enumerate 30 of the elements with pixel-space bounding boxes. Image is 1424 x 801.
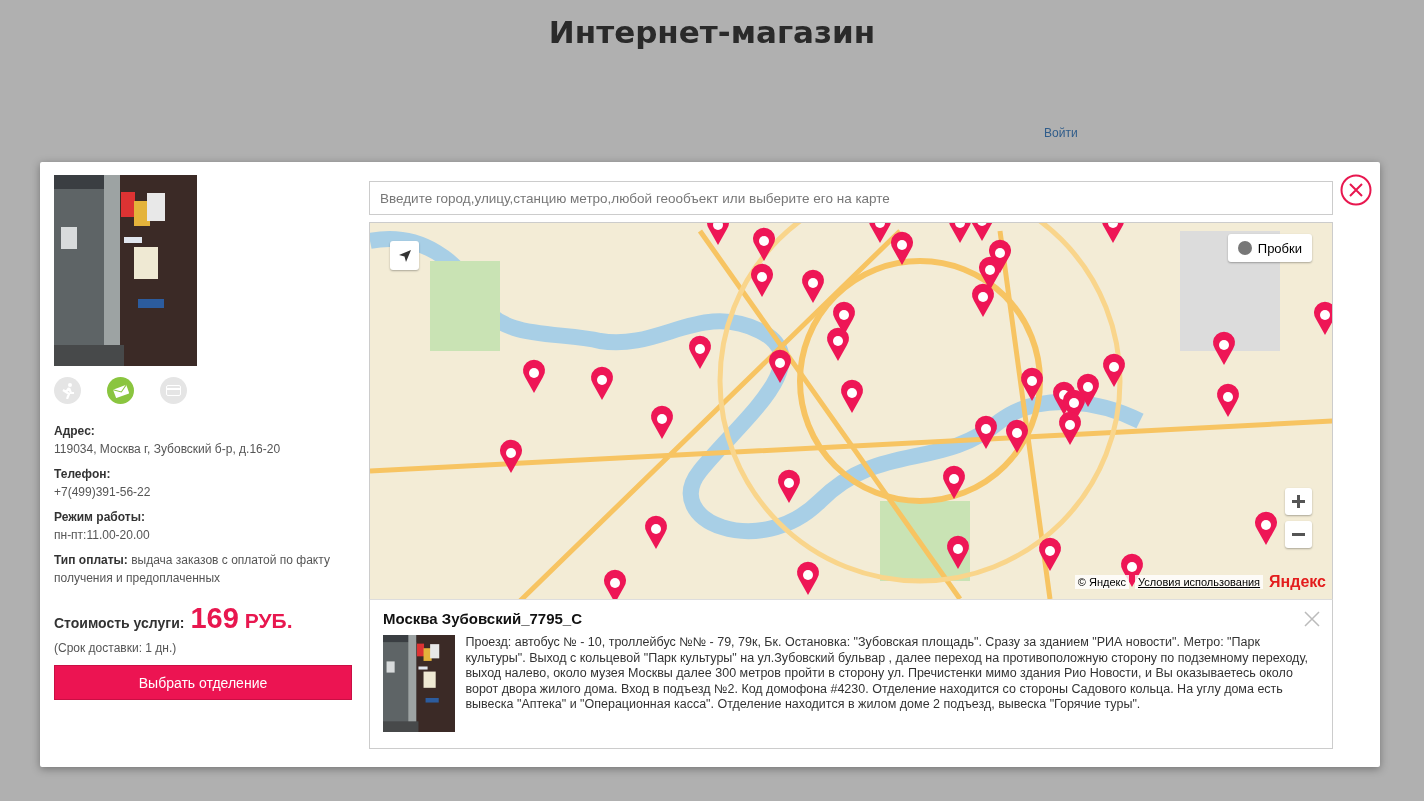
detail-label: Телефон: (54, 467, 111, 481)
zoom-in-button[interactable] (1285, 488, 1312, 515)
price-label: Стоимость услуги: (54, 615, 185, 631)
delivery-time: (Срок доставки: 1 дн.) (54, 641, 178, 655)
detail-value: пн-пт:11.00-20.00 (54, 527, 151, 544)
envelope-icon (112, 383, 129, 398)
detail-label: Режим работы: (54, 510, 145, 524)
select-office-button[interactable]: Выбрать отделение (54, 665, 352, 700)
currency-label: РУБ. (244, 609, 293, 633)
plus-icon (1292, 495, 1305, 508)
close-button[interactable] (1340, 174, 1372, 206)
traffic-button[interactable]: Пробки (1227, 234, 1312, 262)
map-logo: Яндекс (1269, 573, 1326, 591)
terms-link[interactable]: Условия использования (1135, 575, 1264, 589)
detail-label: Адрес: (54, 424, 95, 438)
walking-person-icon (60, 382, 75, 399)
copyright-text: © Яндекс (1074, 575, 1129, 589)
navigation-arrow-icon (397, 248, 412, 263)
detail-value: +7(499)391-56-22 (54, 484, 152, 501)
office-description: Проезд: автобус № - 10, троллейбус №№ - 79, 79к, Бк. Остановка: "Зубовская площадь". Сразу за зданием "РИА новости". Метро: "Парк культуры". Выход с кольцевой "Парк культуры" на ул.Зубовский бульвар , далее переход на противоположную сторону по подземному переходу, выход налево, около музея Москвы далее 300 метров пройти в сторону ул. Пречистенки мимо здания Рио Новости, и Вы оказываетесь около ворот двора жилого дома. Вход в подъезд №2. Код домофона #4230. Отделение находится со стороны Садового кольца. На углу дома есть вывеска "Аптека" и "Операционная касса". Отделение находится в жилом доме 2 подъезд, вывеска "Горячие туры". (465, 635, 1309, 713)
search-field[interactable]: Введите город,улицу,станцию метро,любой геообъект или выберите его на карте (369, 181, 1333, 215)
card-icon (166, 385, 181, 396)
locate-button[interactable] (390, 241, 419, 270)
price-value: 169 (190, 602, 239, 635)
detail-value: 119034, Москва г, Зубовский б-р, д.16-20 (54, 441, 282, 458)
zoom-out-button[interactable] (1285, 521, 1312, 548)
close-icon (1340, 174, 1372, 206)
office-title: Москва Зубовский_7795_С (383, 610, 583, 627)
page-title: Интернет-магазин (548, 14, 876, 50)
detail-text: Тип оплаты: выдача заказов с оплатой по факту получения и предоплаченных (54, 552, 331, 587)
